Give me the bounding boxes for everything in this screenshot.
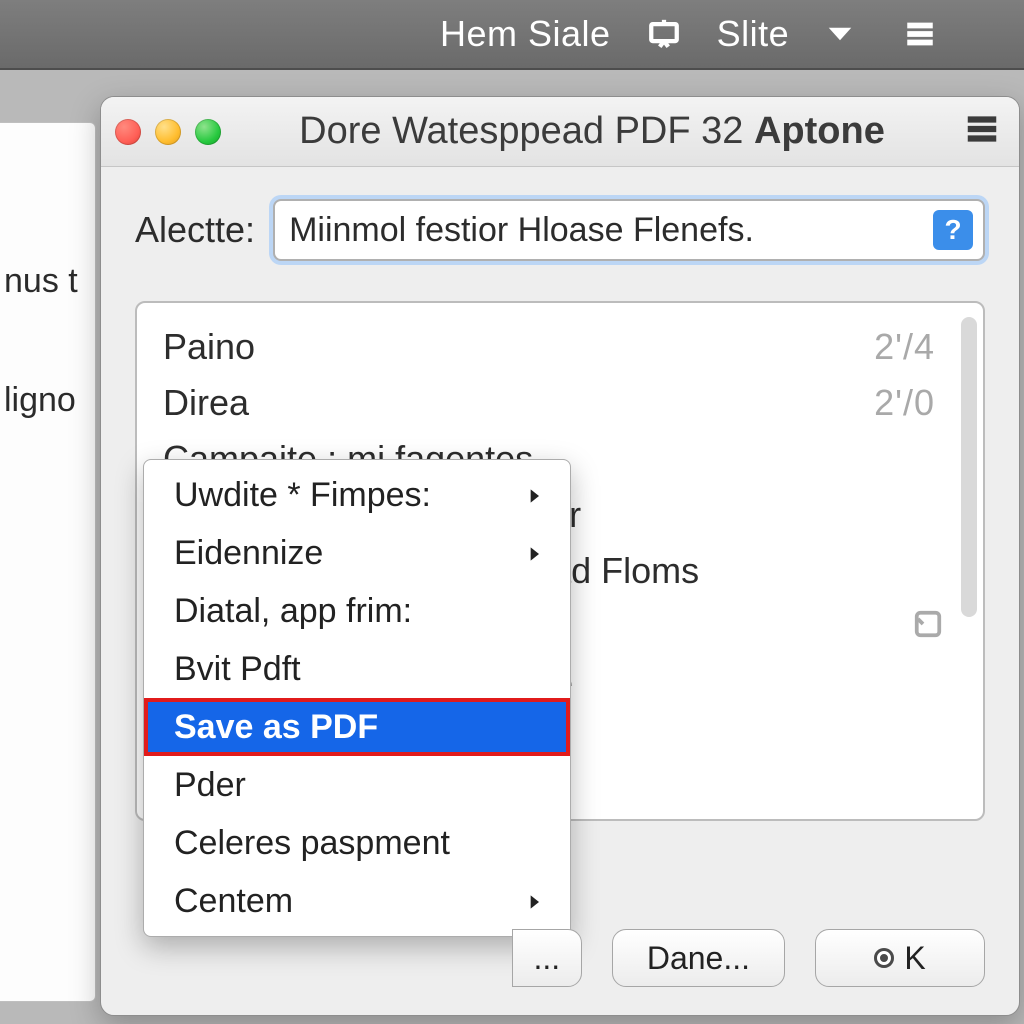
chevron-right-icon [524,476,544,515]
menu-item[interactable]: Pder [144,756,570,814]
scrollbar[interactable] [961,317,977,617]
system-menubar: Hem Siale Slite [0,0,1024,70]
desktop-area: nus t ligno Dore Watesppead PDF 32 Apton… [0,70,1024,1024]
list-item[interactable]: Direa2'/0 [163,375,973,431]
titlebar[interactable]: Dore Watesppead PDF 32 Aptone [101,97,1019,167]
zoom-icon[interactable] [195,119,221,145]
search-row: Alectte: ? [101,167,1019,269]
search-input[interactable] [289,211,933,250]
list-area: Paino2'/4 Direa2'/0 Campaite : mi fagent… [135,301,985,821]
close-icon[interactable] [115,119,141,145]
window-title: Dore Watesppead PDF 32 Aptone [221,110,963,153]
context-menu: Uwdite * Fimpes: Eidennize Diatal, app f… [143,459,571,937]
menu-item[interactable]: Bvit Pdft [144,640,570,698]
menu-item[interactable]: Celeres paspment [144,814,570,872]
menu-item[interactable]: Eidennize [144,524,570,582]
search-field-wrap: ? [273,199,985,261]
ok-button[interactable]: K [815,929,985,987]
more-button[interactable]: ... [512,929,582,987]
search-label: Alectte: [135,209,255,251]
dialog-window: Dore Watesppead PDF 32 Aptone Alectte: ?… [100,96,1020,1016]
minimize-icon[interactable] [155,119,181,145]
chevron-right-icon [524,882,544,921]
title-menu-icon[interactable] [963,110,1001,153]
hamburger-icon[interactable] [903,17,937,51]
background-document: nus t ligno [0,122,96,1002]
menu-item-save-as-pdf[interactable]: Save as PDF [144,698,570,756]
menubar-item[interactable]: Hem Siale [440,13,611,55]
doc-text: ligno [0,376,95,425]
list-item[interactable]: Paino2'/4 [163,319,973,375]
menu-item[interactable]: Centem [144,872,570,930]
record-icon [874,948,894,968]
chevron-right-icon [524,534,544,573]
presenter-icon[interactable] [647,17,681,51]
traffic-lights [115,119,221,145]
help-button[interactable]: ? [933,210,973,250]
chevron-down-icon[interactable] [825,19,855,49]
menu-item[interactable]: Uwdite * Fimpes: [144,466,570,524]
menu-item[interactable]: Diatal, app frim: [144,582,570,640]
menubar-item[interactable]: Slite [717,13,790,55]
dane-button[interactable]: Dane... [612,929,785,987]
dialog-button-row: ... Dane... K [512,929,985,987]
doc-text: nus t [0,257,95,306]
